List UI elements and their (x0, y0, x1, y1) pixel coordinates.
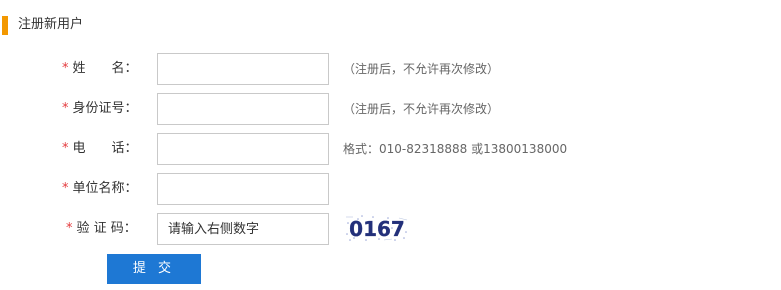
required-mark: * (62, 181, 69, 196)
id-number-row: * 身份证号： （注册后，不允许再次修改） (0, 93, 781, 125)
company-label: * 单位名称： (62, 181, 138, 196)
section-accent-bar (2, 16, 8, 35)
required-mark: * (62, 61, 69, 76)
captcha-input[interactable] (158, 214, 328, 244)
captcha-noise-graphic: 0167 (344, 214, 410, 243)
company-field-box (157, 173, 329, 205)
captcha-row: * 验 证 码： 请输入右侧数字 0167 (0, 213, 781, 245)
captcha-label: * 验 证 码： (66, 221, 137, 236)
captcha-text: 0167 (349, 217, 405, 241)
phone-row: * 电 话： 格式：010-82318888 或13800138000 (0, 133, 781, 165)
captcha-image[interactable]: 0167 (344, 214, 410, 243)
company-row: * 单位名称： (0, 173, 781, 205)
id-number-field-box (157, 93, 329, 125)
required-mark: * (62, 141, 69, 156)
id-number-label: * 身份证号： (62, 101, 138, 116)
name-field-box (157, 53, 329, 85)
phone-input[interactable] (158, 134, 328, 164)
name-label: * 姓 名： (62, 61, 138, 76)
name-input[interactable] (158, 54, 328, 84)
section-title: 注册新用户 (18, 17, 84, 32)
required-mark: * (66, 221, 73, 236)
id-number-input[interactable] (158, 94, 328, 124)
phone-hint: 格式：010-82318888 或13800138000 (343, 142, 568, 156)
phone-label: * 电 话： (62, 141, 138, 156)
submit-button[interactable]: 提 交 (107, 254, 201, 284)
phone-field-box (157, 133, 329, 165)
name-hint: （注册后，不允许再次修改） (343, 62, 500, 76)
id-number-hint: （注册后，不允许再次修改） (343, 102, 500, 116)
name-row: * 姓 名： （注册后，不允许再次修改） (0, 53, 781, 85)
captcha-field-box (157, 213, 329, 245)
required-mark: * (62, 101, 69, 116)
section-header: 注册新用户 (0, 12, 300, 36)
company-input[interactable] (158, 174, 328, 204)
